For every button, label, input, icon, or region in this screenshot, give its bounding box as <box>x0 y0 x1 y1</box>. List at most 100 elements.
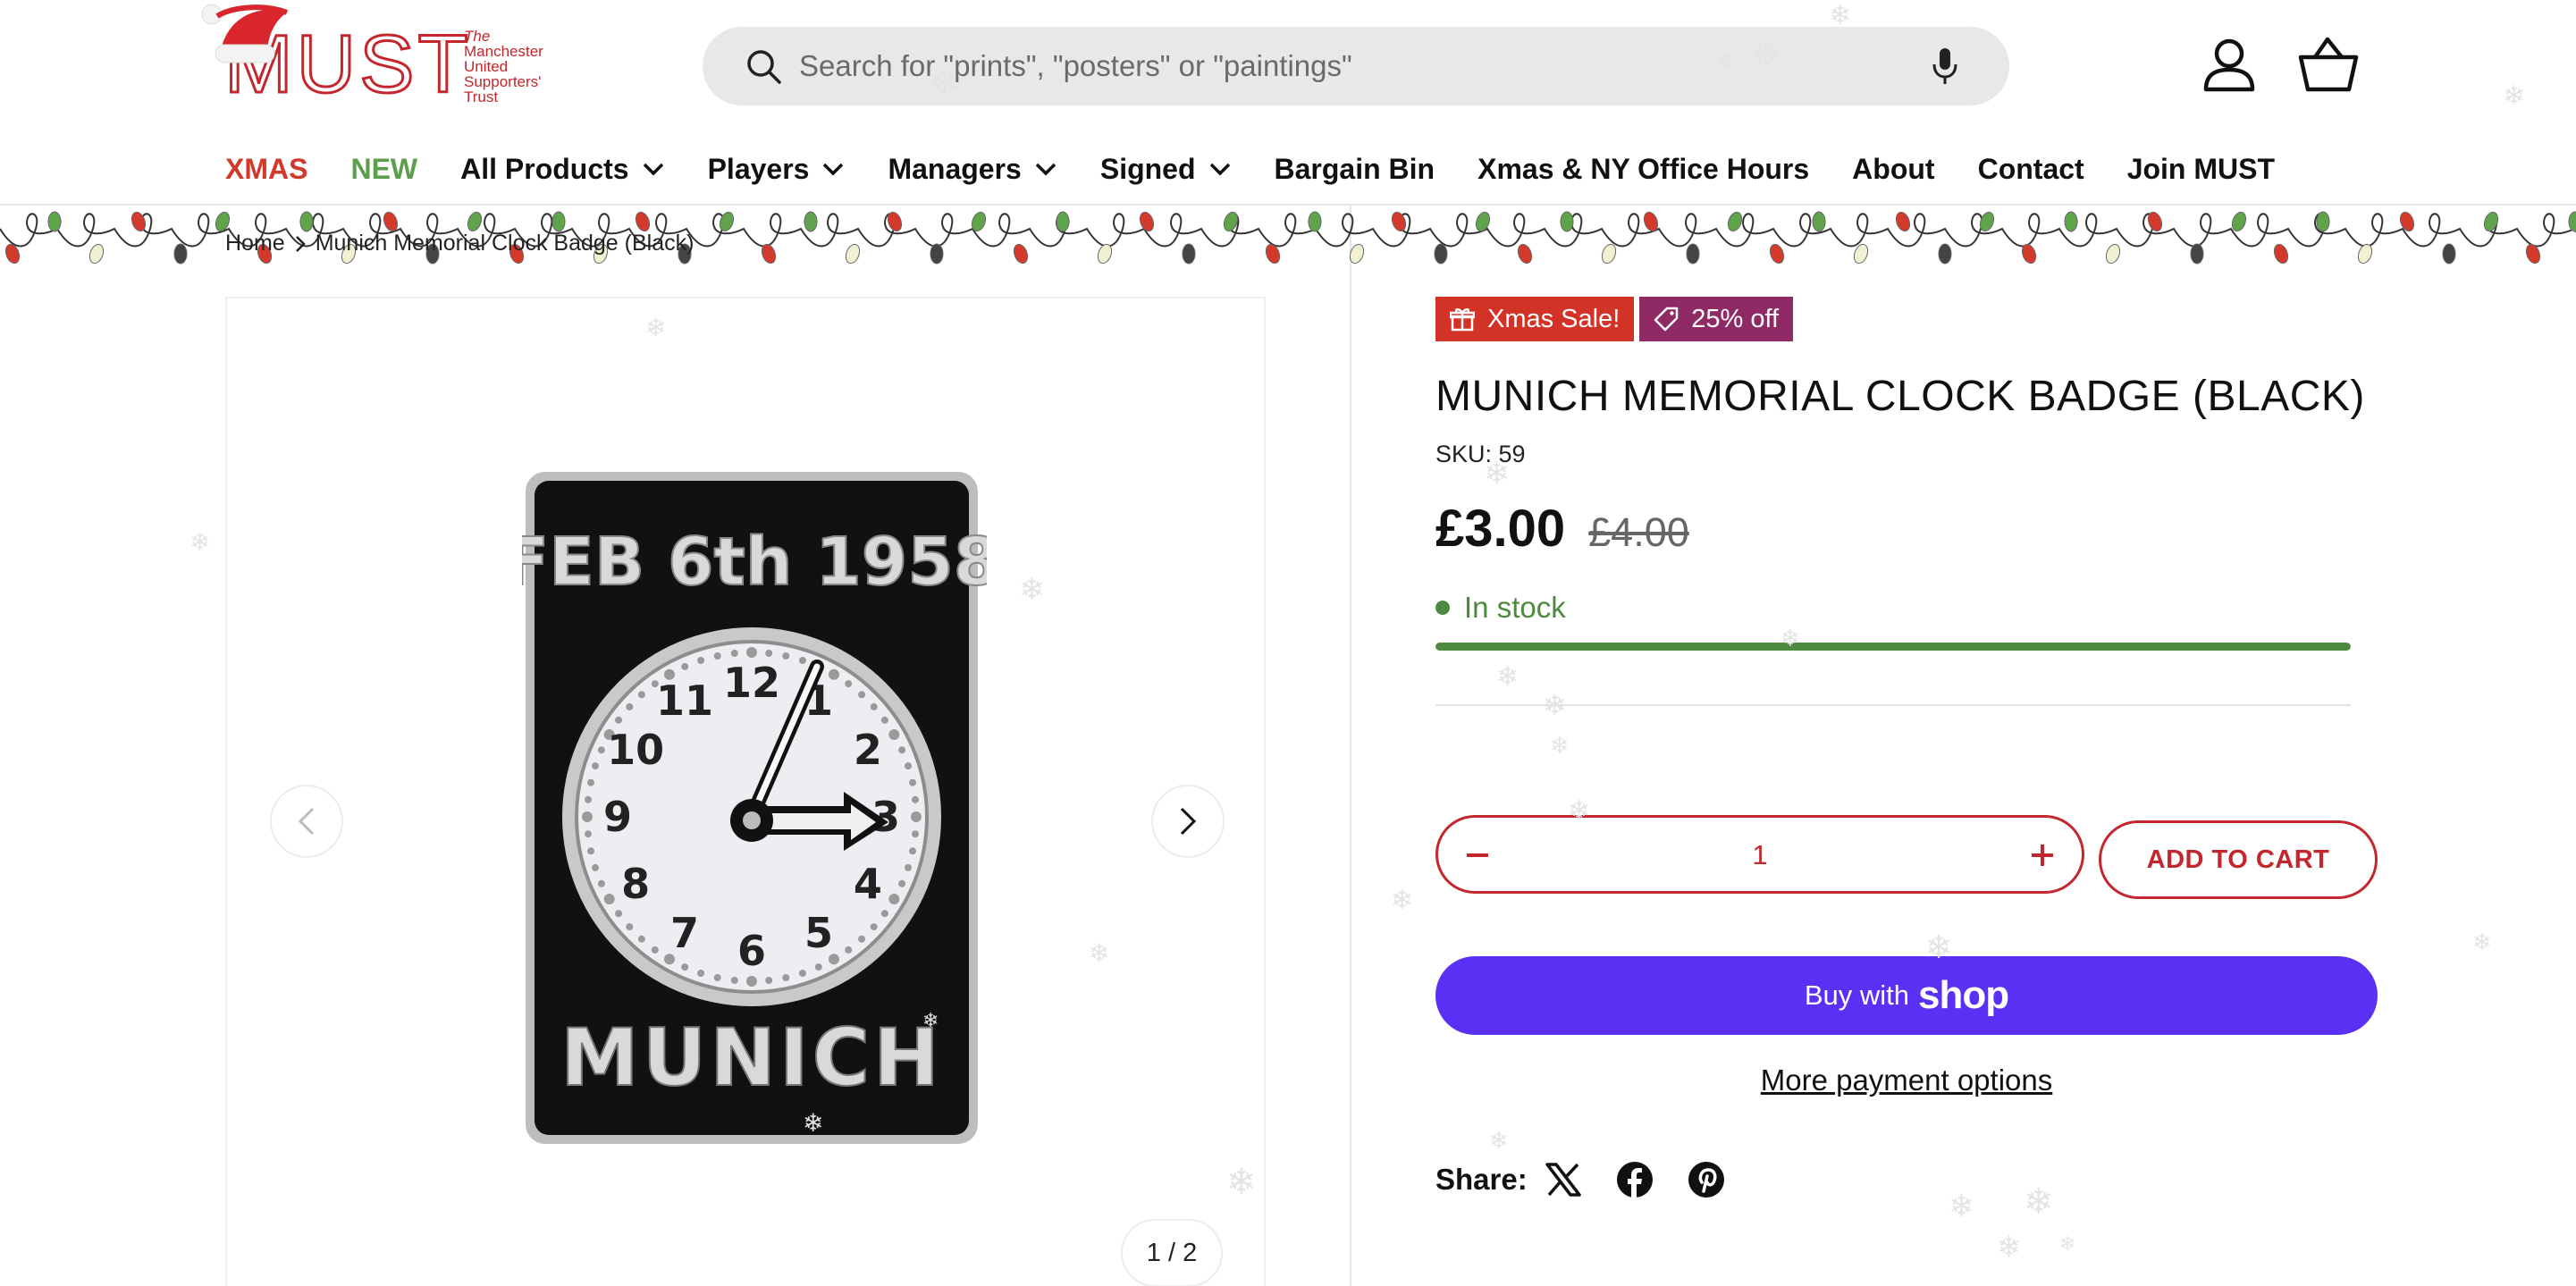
clock-tick <box>626 702 634 710</box>
garland-bulb <box>1560 211 1574 232</box>
garland-bulb <box>1475 211 1491 232</box>
garland-bulb <box>1895 211 1911 232</box>
snowflake-icon: ❄ <box>1550 733 1570 760</box>
clock-numeral: 5 <box>804 909 833 957</box>
clock-tick <box>637 691 645 699</box>
clock-tick <box>880 716 888 724</box>
garland-bulb <box>1601 243 1617 265</box>
quantity-stepper[interactable] <box>1435 815 2084 894</box>
breadcrumb-home-link[interactable]: Home <box>225 231 285 256</box>
search-input[interactable] <box>799 41 1872 91</box>
garland-bulb <box>2316 211 2330 232</box>
clock-tick <box>587 847 594 855</box>
chevron-left-icon <box>298 807 315 836</box>
nav-item-about[interactable]: About <box>1852 153 1934 186</box>
increase-quantity-button[interactable] <box>2023 836 2062 875</box>
clock-tick <box>912 830 919 838</box>
clock-numeral: 4 <box>854 860 882 908</box>
clock-tick <box>905 863 912 871</box>
garland-bulb <box>47 211 62 232</box>
add-to-cart-button[interactable]: ADD TO CART <box>2099 820 2378 899</box>
garland-bulb <box>930 243 944 265</box>
clock-tick <box>782 652 790 660</box>
stock-dot <box>1435 601 1450 615</box>
decrease-quantity-button[interactable] <box>1458 836 1497 875</box>
clock-tick <box>585 830 592 838</box>
gift-icon <box>1450 308 1475 332</box>
minus-icon <box>1467 853 1488 857</box>
garland-bulb <box>551 211 566 232</box>
chevron-right-icon <box>1180 807 1197 836</box>
garland-bulb <box>1686 243 1700 265</box>
clock-tick <box>909 847 916 855</box>
garland-bulb <box>1013 243 1029 265</box>
garland-bulb <box>1769 243 1785 265</box>
clock-tick <box>697 657 705 664</box>
stock-label: In stock <box>1464 591 1566 624</box>
clock-numeral: 7 <box>670 909 699 957</box>
nav-item-players[interactable]: Players <box>708 153 846 186</box>
snowflake-icon: ❄ <box>1949 1189 1974 1224</box>
product-image-clock-badge[interactable]: FEB 6th 1958 1234567891011 12 MUNICH <box>522 468 987 1147</box>
share-facebook-button[interactable] <box>1615 1160 1654 1199</box>
nav-label: Contact <box>1977 152 2084 185</box>
account-icon[interactable] <box>2201 36 2258 93</box>
garland-bulb <box>2190 243 2204 265</box>
chevron-down-icon <box>823 163 844 176</box>
garland-bulb <box>2357 243 2373 265</box>
price-tag-icon <box>1654 307 1679 332</box>
nav-item-contact[interactable]: Contact <box>1978 153 2084 186</box>
must-logo[interactable]: MUST The Manchester United Supporters' T… <box>192 0 550 107</box>
quantity-input[interactable] <box>1510 830 2010 880</box>
clock-tick <box>814 963 822 971</box>
garland-bulb <box>2442 243 2456 265</box>
more-payment-options-link[interactable]: More payment options <box>1435 1063 2378 1097</box>
nav-label: Signed <box>1099 152 1196 185</box>
nav-item-signed[interactable]: Signed <box>1100 153 1232 186</box>
nav-item-xmas[interactable]: XMAS <box>225 153 307 186</box>
clock-tick <box>765 650 773 657</box>
share-pinterest-button[interactable] <box>1687 1160 1726 1199</box>
chevron-right-icon <box>295 235 306 252</box>
gallery-prev-button[interactable] <box>270 785 343 858</box>
garland-bulb <box>1812 211 1826 232</box>
nav-item-new[interactable]: NEW <box>350 153 417 186</box>
shop-pay-button[interactable]: Buy with shop <box>1435 956 2378 1035</box>
clock-tick <box>898 879 906 887</box>
nav-label: Players <box>707 152 810 185</box>
nav-item-managers[interactable]: Managers <box>888 153 1056 186</box>
product-gallery: FEB 6th 1958 1 2 3 4 5 6 7 8 9 10 11 12 MUNICH 1 / … <box>225 297 1266 1286</box>
clock-tick <box>597 879 605 887</box>
clock-tick <box>681 963 689 971</box>
search-icon[interactable] <box>745 48 783 86</box>
garland-bulb <box>467 211 483 232</box>
nav-item-join-must[interactable]: Join MUST <box>2127 153 2275 186</box>
clock-tick <box>681 662 689 670</box>
clock-tick <box>905 762 912 770</box>
logo-sub-line: Trust <box>464 88 499 105</box>
share-x-button[interactable] <box>1544 1160 1583 1199</box>
discount-label: 25% off <box>1691 304 1780 333</box>
main-navigation: XMAS NEW All Products Players Managers S… <box>225 150 2318 188</box>
column-divider <box>1350 206 1351 1286</box>
cart-icon[interactable] <box>2297 36 2360 93</box>
nav-item-bargain-bin[interactable]: Bargain Bin <box>1275 153 1435 186</box>
breadcrumb: Home Munich Memorial Clock Badge (Black) <box>225 231 694 256</box>
garland-bulb <box>1056 211 1070 232</box>
clock-tick <box>858 935 866 943</box>
gallery-next-button[interactable] <box>1151 785 1225 858</box>
search-bar[interactable] <box>703 27 2009 105</box>
plus-icon <box>2032 845 2053 866</box>
share-label: Share: <box>1435 1163 1528 1196</box>
microphone-icon[interactable] <box>1931 46 1959 86</box>
logo-sub-line: Supporters' <box>464 73 542 90</box>
garland-bulb <box>1517 243 1533 265</box>
nav-item-all-products[interactable]: All Products <box>460 153 664 186</box>
nav-label: Join MUST <box>2126 152 2276 185</box>
clock-tick <box>730 977 738 984</box>
nav-item-office-hours[interactable]: Xmas & NY Office Hours <box>1477 153 1809 186</box>
chevron-down-icon <box>1035 163 1056 176</box>
clock-tick <box>592 762 599 770</box>
x-twitter-icon <box>1545 1163 1581 1197</box>
clock-tick <box>880 910 888 918</box>
